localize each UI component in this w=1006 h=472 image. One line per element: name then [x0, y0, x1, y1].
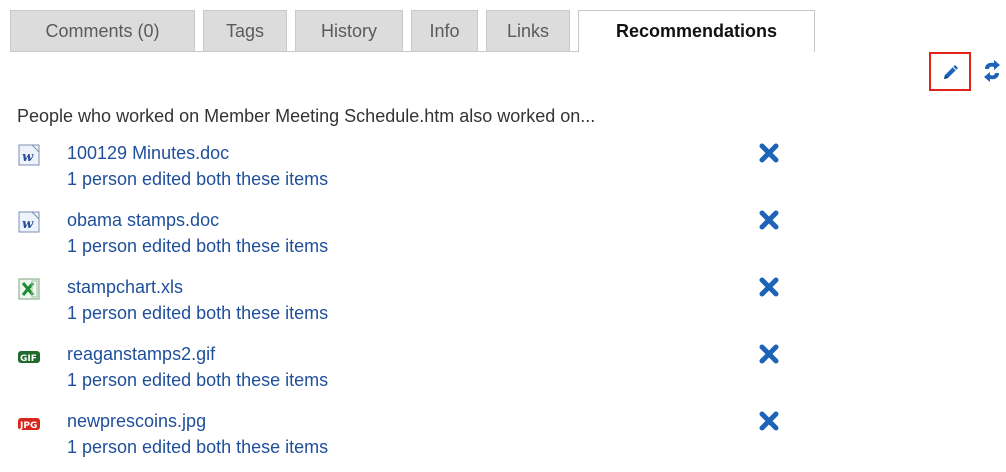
remove-x-icon[interactable]: [758, 410, 780, 432]
recommendation-detail: 1 person edited both these items: [67, 169, 329, 189]
tab-info[interactable]: Info: [411, 10, 478, 51]
remove-x-icon[interactable]: [758, 343, 780, 365]
word-doc-icon: w: [18, 211, 40, 233]
recommendation-link[interactable]: newprescoins.jpg: [67, 410, 206, 432]
svg-text:w: w: [22, 217, 34, 232]
recommendation-link[interactable]: 100129 Minutes.doc: [67, 142, 229, 164]
word-doc-icon: w: [18, 144, 40, 166]
svg-text:GIF: GIF: [20, 354, 37, 364]
remove-x-icon[interactable]: [758, 276, 780, 298]
refresh-button[interactable]: [981, 58, 1003, 84]
tab-history[interactable]: History: [295, 10, 403, 51]
recommendation-detail: 1 person edited both these items: [67, 303, 329, 323]
tab-bar: Comments (0) Tags History Info Links Rec…: [10, 10, 815, 52]
remove-x-icon[interactable]: [758, 142, 780, 164]
recommendation-link[interactable]: stampchart.xls: [67, 276, 183, 298]
recommendation-detail: 1 person edited both these items: [67, 236, 329, 256]
list-item: stampchart.xls 1 person edited both thes…: [0, 272, 1006, 338]
pencil-icon: [944, 65, 958, 79]
tab-links[interactable]: Links: [486, 10, 570, 51]
jpg-image-icon: JPG: [18, 418, 40, 431]
recommendation-link[interactable]: reaganstamps2.gif: [67, 343, 215, 365]
refresh-arrows-icon: [984, 60, 1000, 82]
recommendation-link[interactable]: obama stamps.doc: [67, 209, 219, 231]
list-item: JPG newprescoins.jpg 1 person edited bot…: [0, 406, 1006, 472]
edit-button[interactable]: [929, 52, 971, 91]
tab-tags[interactable]: Tags: [203, 10, 287, 51]
excel-xls-icon: [18, 278, 40, 300]
gif-image-icon: GIF: [18, 351, 40, 364]
list-item: w 100129 Minutes.doc 1 person edited bot…: [0, 138, 1006, 204]
tab-recommendations[interactable]: Recommendations: [578, 10, 815, 52]
list-item: w obama stamps.doc 1 person edited both …: [0, 205, 1006, 271]
list-item: GIF reaganstamps2.gif 1 person edited bo…: [0, 339, 1006, 405]
remove-x-icon[interactable]: [758, 209, 780, 231]
svg-text:JPG: JPG: [19, 421, 37, 431]
recommendation-detail: 1 person edited both these items: [67, 370, 329, 390]
recommendations-intro: People who worked on Member Meeting Sche…: [17, 106, 596, 126]
svg-text:w: w: [22, 150, 34, 165]
recommendation-detail: 1 person edited both these items: [67, 437, 329, 457]
tab-comments[interactable]: Comments (0): [10, 10, 195, 51]
